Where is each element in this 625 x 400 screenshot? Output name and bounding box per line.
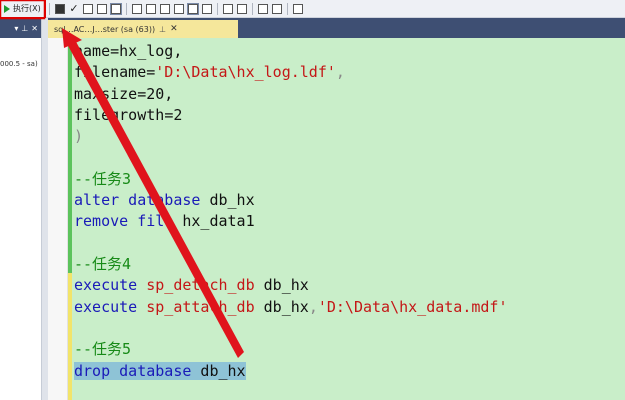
toolbar-separator xyxy=(252,2,253,15)
line-text: filename='D:\Data\hx_log.ldf', xyxy=(74,63,345,81)
code-token: ) xyxy=(74,127,84,146)
line-text: --任务4 xyxy=(74,255,131,273)
toolbar-dropdown-icon[interactable] xyxy=(293,3,303,14)
line-text: alter database db_hx xyxy=(74,191,255,209)
code-line[interactable]: filegrowth=2 xyxy=(74,105,182,126)
toolbar-separator xyxy=(126,2,127,15)
parse-check-icon[interactable]: ✓ xyxy=(69,3,79,14)
panel-close-icon[interactable]: ✕ xyxy=(31,24,38,33)
display-plan-icon[interactable] xyxy=(83,3,93,14)
tab-pin-icon[interactable]: ⊥ xyxy=(159,25,166,34)
code-line[interactable]: --任务4 xyxy=(74,254,131,275)
code-line[interactable]: ) xyxy=(74,126,83,147)
server-tree-node[interactable]: 000.5 - sa) xyxy=(0,60,38,68)
code-line[interactable]: drop database db_hx xyxy=(74,361,246,382)
line-text: --任务3 xyxy=(74,170,131,188)
code-area[interactable]: name=hx_log, filename='D:\Data\hx_log.ldf… xyxy=(72,38,625,400)
text-results-icon[interactable] xyxy=(160,3,170,14)
code-token: db_hx xyxy=(191,361,246,380)
line-text: execute sp_attach_db db_hx,'D:\Data\hx_d… xyxy=(74,298,508,316)
code-token: execute xyxy=(74,297,138,316)
line-text: --任务5 xyxy=(74,340,131,358)
code-token: db_hx xyxy=(200,191,255,210)
code-token: alter database xyxy=(74,191,201,210)
code-line[interactable]: maxsize=20, xyxy=(74,84,173,105)
results-to-grid-icon[interactable] xyxy=(110,2,122,15)
code-token: drop database xyxy=(74,361,192,380)
indent-icon[interactable] xyxy=(258,3,268,14)
code-token: =2 xyxy=(164,105,183,124)
line-text: remove file hx_data1 xyxy=(74,212,255,230)
specify-values-icon[interactable] xyxy=(272,3,282,14)
selected-text: drop database db_hx xyxy=(74,361,246,380)
query-tab[interactable]: sql…AC…J…ster (sa (63)) ⊥ ✕ xyxy=(48,20,238,38)
execute-label: 执行(X) xyxy=(13,4,41,13)
code-token: --任务4 xyxy=(74,255,132,273)
toolbar-separator xyxy=(217,2,218,15)
uncomment-icon[interactable] xyxy=(223,3,233,14)
object-explorer-header: ▾ ⊥ ✕ xyxy=(0,18,41,38)
client-stats-icon[interactable] xyxy=(146,3,156,14)
include-plan-icon[interactable] xyxy=(132,3,142,14)
code-line[interactable]: --任务3 xyxy=(74,169,131,190)
code-token: name xyxy=(74,42,111,60)
code-token: --任务3 xyxy=(74,169,132,188)
code-line[interactable]: remove file hx_data1 xyxy=(74,211,255,232)
code-token: db_hx xyxy=(254,297,309,316)
stop-icon[interactable] xyxy=(55,3,65,14)
code-token: --任务5 xyxy=(74,340,132,359)
tab-title: sql…AC…J…ster (sa (63)) xyxy=(54,24,156,34)
editor-gutter xyxy=(48,38,68,400)
sql-editor[interactable]: name=hx_log, filename='D:\Data\hx_log.ldf… xyxy=(48,38,625,400)
code-token: sp_detach_db xyxy=(146,276,255,295)
code-token: 'D:\Data\hx_log.ldf' xyxy=(155,63,336,82)
line-text: ) xyxy=(74,127,83,145)
code-line[interactable]: execute sp_attach_db db_hx,'D:\Data\hx_d… xyxy=(74,297,508,318)
code-token: , xyxy=(308,297,318,316)
outdent-icon[interactable] xyxy=(237,3,247,14)
code-token: execute xyxy=(74,276,138,295)
panel-dropdown-icon[interactable]: ▾ xyxy=(14,24,18,33)
file-results-icon[interactable] xyxy=(187,2,199,15)
code-token: remove file xyxy=(74,212,174,231)
query-toolbar: 执行(X) ✓ xyxy=(0,0,625,18)
code-token: , xyxy=(335,63,345,82)
code-line[interactable]: execute sp_detach_db db_hx xyxy=(74,275,309,296)
code-token: filename xyxy=(74,63,147,82)
code-token: maxsize xyxy=(74,84,138,103)
tab-close-icon[interactable]: ✕ xyxy=(170,24,178,34)
comment-icon[interactable] xyxy=(202,3,212,14)
line-text: filegrowth=2 xyxy=(74,106,182,124)
query-options-icon[interactable] xyxy=(97,3,107,14)
document-tab-strip: sql…AC…J…ster (sa (63)) ⊥ ✕ xyxy=(48,18,625,38)
code-token: 'D:\Data\hx_data.mdf' xyxy=(317,297,508,316)
toolbar-separator xyxy=(49,2,50,15)
code-token: filegrowth xyxy=(74,105,165,124)
toolbar-separator xyxy=(287,2,288,15)
code-line[interactable]: alter database db_hx xyxy=(74,190,255,211)
execute-button[interactable]: 执行(X) xyxy=(0,0,46,18)
code-token: =hx_log, xyxy=(110,42,183,60)
grid-results-icon[interactable] xyxy=(174,3,184,14)
object-explorer-panel: ▾ ⊥ ✕ 000.5 - sa) xyxy=(0,18,42,400)
code-token: =20, xyxy=(137,84,174,103)
code-line[interactable]: --任务5 xyxy=(74,339,131,360)
code-line[interactable]: name=hx_log, xyxy=(74,41,182,62)
line-text: name=hx_log, xyxy=(74,42,182,60)
code-token: hx_data1 xyxy=(173,212,255,231)
play-icon xyxy=(4,4,10,13)
code-token: = xyxy=(146,63,156,82)
line-text: execute sp_detach_db db_hx xyxy=(74,276,309,294)
line-text: maxsize=20, xyxy=(74,85,173,103)
code-token: sp_attach_db xyxy=(146,297,255,316)
panel-pin-icon[interactable]: ⊥ xyxy=(21,24,28,33)
code-line[interactable]: filename='D:\Data\hx_log.ldf', xyxy=(74,62,345,83)
code-token: db_hx xyxy=(254,276,309,295)
